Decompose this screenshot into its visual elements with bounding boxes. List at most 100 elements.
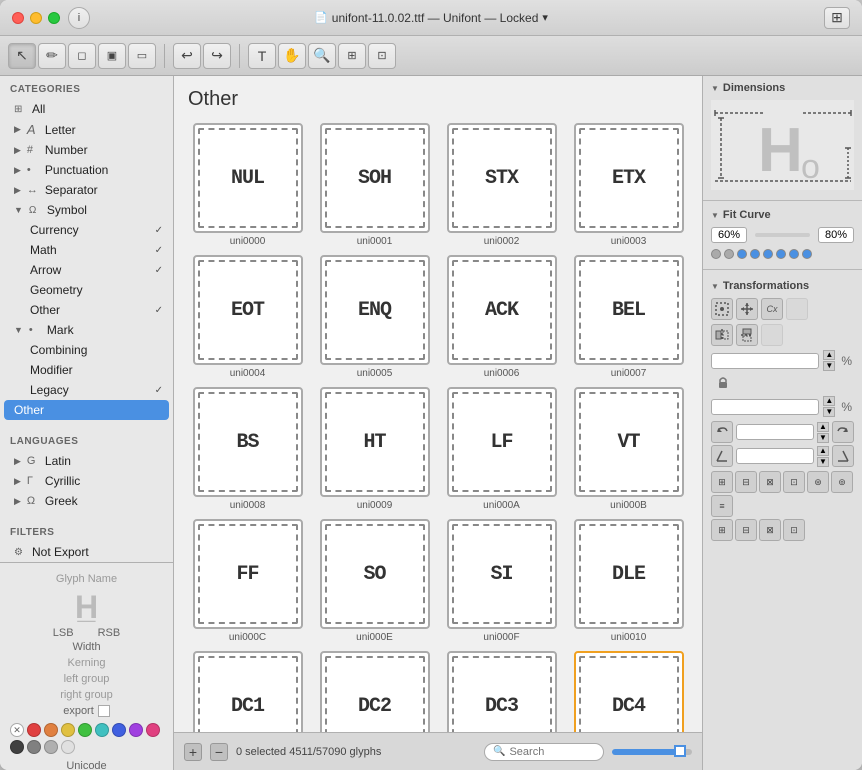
transform-scale-x[interactable]: 10%: [711, 353, 819, 369]
sidebar-item-separator[interactable]: ▶ ↔ Separator: [0, 180, 173, 200]
swatch-cyan[interactable]: [95, 723, 109, 737]
glyph-cell[interactable]: ENQuni0005: [315, 255, 434, 379]
fit-dot-5[interactable]: [763, 249, 773, 259]
toolbar-text[interactable]: T: [248, 43, 276, 69]
fit-dot-6[interactable]: [776, 249, 786, 259]
glyph-cell[interactable]: HTuni0009: [315, 387, 434, 511]
glyph-box-uni0014[interactable]: DC4: [574, 651, 684, 732]
sidebar-item-other[interactable]: Other: [4, 400, 169, 420]
scale-x-up[interactable]: ▲: [823, 350, 835, 360]
glyph-cell[interactable]: BELuni0007: [569, 255, 688, 379]
toolbar-undo[interactable]: ↩: [173, 43, 201, 69]
sidebar-item-modifier[interactable]: Modifier: [24, 360, 173, 380]
sidebar-item-latin[interactable]: ▶ G Latin: [0, 451, 173, 471]
glyph-box-uni0009[interactable]: HT: [320, 387, 430, 497]
glyph-cell[interactable]: DLEuni0010: [569, 519, 688, 643]
minimize-button[interactable]: [30, 12, 42, 24]
transform-btn-flip-h[interactable]: [711, 324, 733, 346]
fit-dot-1[interactable]: [711, 249, 721, 259]
sidebar-item-not-export[interactable]: ⚙ Not Export: [0, 542, 173, 562]
rotate-down[interactable]: ▼: [817, 433, 829, 443]
export-checkbox[interactable]: [98, 705, 110, 717]
skew-right-button[interactable]: [832, 445, 854, 467]
fit-curve-right[interactable]: 80%: [818, 227, 854, 243]
sidebar-item-number[interactable]: ▶ # Number: [0, 140, 173, 160]
align-top[interactable]: ⊡: [783, 471, 805, 493]
info-button[interactable]: i: [68, 7, 90, 29]
glyph-cell[interactable]: BSuni0008: [188, 387, 307, 511]
zoom-slider[interactable]: [612, 749, 692, 755]
glyph-cell[interactable]: NULuni0000: [188, 123, 307, 247]
glyph-box-uni0013[interactable]: DC3: [447, 651, 557, 732]
sidebar-item-symbol[interactable]: ▼ Ω Symbol: [0, 200, 173, 220]
slider-thumb[interactable]: [674, 745, 686, 757]
toolbar-zoom[interactable]: 🔍: [308, 43, 336, 69]
glyph-cell[interactable]: DC3uni0013: [442, 651, 561, 732]
distribute-right[interactable]: ⊠: [759, 519, 781, 541]
align-right[interactable]: ⊠: [759, 471, 781, 493]
glyph-box-uni000F[interactable]: SI: [447, 519, 557, 629]
swatch-none[interactable]: ✕: [10, 723, 24, 737]
rotate-cw-button[interactable]: [832, 421, 854, 443]
glyph-box-uni0002[interactable]: STX: [447, 123, 557, 233]
glyph-cell[interactable]: LFuni000A: [442, 387, 561, 511]
distribute-h[interactable]: ⊟: [735, 519, 757, 541]
skew-down[interactable]: ▼: [817, 457, 829, 467]
toolbar-settings[interactable]: ⊡: [368, 43, 396, 69]
fit-curve-slider[interactable]: [755, 233, 810, 237]
fit-curve-header[interactable]: ▼ Fit Curve: [711, 209, 854, 221]
swatch-row2-2[interactable]: [10, 740, 24, 754]
glyph-box-uni0003[interactable]: ETX: [574, 123, 684, 233]
transform-btn-empty1[interactable]: [786, 298, 808, 320]
fit-dot-2[interactable]: [724, 249, 734, 259]
sidebar-item-currency[interactable]: Currency ✓: [24, 220, 173, 240]
scale-lock[interactable]: [715, 374, 731, 393]
transform-btn-cx[interactable]: Cx: [761, 298, 783, 320]
align-baseline[interactable]: ≡: [711, 495, 733, 517]
sidebar-item-legacy[interactable]: Legacy ✓: [24, 380, 173, 400]
swatch-row2-1[interactable]: [146, 723, 160, 737]
search-input[interactable]: [509, 746, 579, 758]
glyph-cell[interactable]: FFuni000C: [188, 519, 307, 643]
sidebar-item-other-symbol[interactable]: Other ✓: [24, 300, 173, 320]
glyph-box-uni0001[interactable]: SOH: [320, 123, 430, 233]
fit-dot-7[interactable]: [789, 249, 799, 259]
swatch-yellow[interactable]: [61, 723, 75, 737]
distribute-left[interactable]: ⊞: [711, 519, 733, 541]
transform-btn-select[interactable]: [711, 298, 733, 320]
glyph-cell[interactable]: SOuni000E: [315, 519, 434, 643]
glyph-box-uni000B[interactable]: VT: [574, 387, 684, 497]
glyph-cell[interactable]: STXuni0002: [442, 123, 561, 247]
sidebar-item-letter[interactable]: ▶ A Letter: [0, 119, 173, 140]
transform-btn-empty2[interactable]: [761, 324, 783, 346]
glyph-cell[interactable]: EOTuni0004: [188, 255, 307, 379]
sidebar-item-combining[interactable]: Combining: [24, 340, 173, 360]
glyph-cell[interactable]: VTuni000B: [569, 387, 688, 511]
swatch-row2-4[interactable]: [44, 740, 58, 754]
swatch-blue[interactable]: [112, 723, 126, 737]
glyph-box-uni0008[interactable]: BS: [193, 387, 303, 497]
transformations-header[interactable]: ▼ Transformations: [711, 280, 854, 292]
align-bottom[interactable]: ⊚: [831, 471, 853, 493]
sidebar-item-all[interactable]: ⊞ All: [0, 99, 173, 119]
glyph-cell[interactable]: SIuni000F: [442, 519, 561, 643]
glyph-box-uni000A[interactable]: LF: [447, 387, 557, 497]
skew-up[interactable]: ▲: [817, 446, 829, 456]
sidebar-item-math[interactable]: Math ✓: [24, 240, 173, 260]
scale-y-up[interactable]: ▲: [823, 396, 835, 406]
layout-toggle[interactable]: ⊞: [824, 7, 850, 29]
toolbar-paint[interactable]: ▣: [98, 43, 126, 69]
sidebar-item-geometry[interactable]: Geometry: [24, 280, 173, 300]
fit-dot-3[interactable]: [737, 249, 747, 259]
sidebar-item-greek[interactable]: ▶ Ω Greek: [0, 491, 173, 511]
glyph-box-uni0004[interactable]: EOT: [193, 255, 303, 365]
toolbar-grid[interactable]: ⊞: [338, 43, 366, 69]
swatch-red[interactable]: [27, 723, 41, 737]
glyph-box-uni000E[interactable]: SO: [320, 519, 430, 629]
glyph-cell[interactable]: SOHuni0001: [315, 123, 434, 247]
transform-rotate[interactable]: [736, 424, 814, 440]
transform-scale-y[interactable]: 10%: [711, 399, 819, 415]
fit-dot-4[interactable]: [750, 249, 760, 259]
glyph-box-uni0005[interactable]: ENQ: [320, 255, 430, 365]
glyph-cell[interactable]: ETXuni0003: [569, 123, 688, 247]
